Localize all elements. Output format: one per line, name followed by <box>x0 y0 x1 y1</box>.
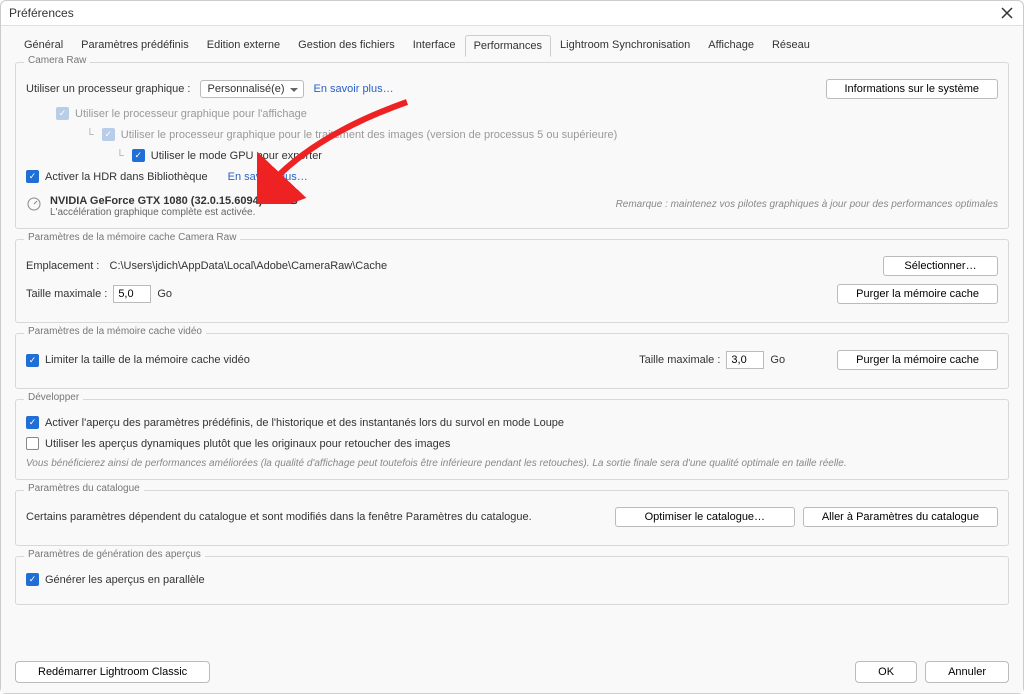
learn-more-hdr-link[interactable]: En savoir plus… <box>228 171 308 183</box>
checkbox-gpu-export[interactable] <box>132 149 145 162</box>
cache-loc-value: C:\Users\jdich\AppData\Local\Adobe\Camer… <box>110 260 388 272</box>
restart-button[interactable]: Redémarrer Lightroom Classic <box>15 661 210 683</box>
gpu-label: Utiliser un processeur graphique : <box>26 83 190 95</box>
label-preview-presets: Activer l'aperçu des paramètres prédéfin… <box>45 417 564 429</box>
tab-general[interactable]: Général <box>15 34 72 56</box>
label-hdr: Activer la HDR dans Bibliothèque <box>45 171 208 183</box>
gpu-select[interactable]: Personnalisé(e) <box>200 80 303 98</box>
label-smart-previews: Utiliser les aperçus dynamiques plutôt q… <box>45 438 450 450</box>
group-previews: Paramètres de génération des aperçus Gén… <box>15 556 1009 605</box>
tabs: Général Paramètres prédéfinis Edition ex… <box>15 34 1009 56</box>
optimize-catalog-button[interactable]: Optimiser le catalogue… <box>615 507 795 527</box>
group-title: Paramètres du catalogue <box>24 483 144 494</box>
group-title: Développer <box>24 392 83 403</box>
label-limit-video-cache: Limiter la taille de la mémoire cache vi… <box>45 354 250 366</box>
system-info-button[interactable]: Informations sur le système <box>826 79 999 99</box>
checkbox-gpu-process <box>102 128 115 141</box>
gpu-status: L'accélération graphique complète est ac… <box>50 207 298 218</box>
tab-presets[interactable]: Paramètres prédéfinis <box>72 34 198 56</box>
catalog-text: Certains paramètres dépendent du catalog… <box>26 511 532 523</box>
group-title: Paramètres de la mémoire cache vidéo <box>24 326 206 337</box>
select-cache-button[interactable]: Sélectionner… <box>883 256 998 276</box>
tab-external-editing[interactable]: Edition externe <box>198 34 289 56</box>
group-title: Paramètres de la mémoire cache Camera Ra… <box>24 232 240 243</box>
group-cache: Paramètres de la mémoire cache Camera Ra… <box>15 239 1009 323</box>
purge-video-cache-button[interactable]: Purger la mémoire cache <box>837 350 998 370</box>
ok-button[interactable]: OK <box>855 661 917 683</box>
checkbox-smart-previews[interactable] <box>26 437 39 450</box>
label-gpu-process: Utiliser le processeur graphique pour le… <box>121 129 617 141</box>
video-unit: Go <box>770 354 785 366</box>
purge-cache-button[interactable]: Purger la mémoire cache <box>837 284 998 304</box>
goto-catalog-settings-button[interactable]: Aller à Paramètres du catalogue <box>803 507 998 527</box>
label-parallel-previews: Générer les aperçus en parallèle <box>45 574 205 586</box>
group-title: Paramètres de génération des aperçus <box>24 549 205 560</box>
video-max-input[interactable] <box>726 351 764 369</box>
tab-lightroom-sync[interactable]: Lightroom Synchronisation <box>551 34 699 56</box>
cache-max-input[interactable] <box>113 285 151 303</box>
cache-max-label: Taille maximale : <box>26 288 107 300</box>
gpu-name: NVIDIA GeForce GTX 1080 (32.0.15.6094) -… <box>50 195 298 207</box>
cache-unit: Go <box>157 288 172 300</box>
dialog-title: Préférences <box>9 6 74 20</box>
develop-note: Vous bénéficierez ainsi de performances … <box>26 458 998 469</box>
group-video-cache: Paramètres de la mémoire cache vidéo Lim… <box>15 333 1009 389</box>
checkbox-limit-video-cache[interactable] <box>26 354 39 367</box>
tab-file-handling[interactable]: Gestion des fichiers <box>289 34 404 56</box>
checkbox-preview-presets[interactable] <box>26 416 39 429</box>
checkbox-gpu-display <box>56 107 69 120</box>
group-develop: Développer Activer l'aperçu des paramètr… <box>15 399 1009 480</box>
gpu-remark: Remarque : maintenez vos pilotes graphiq… <box>616 199 998 210</box>
label-gpu-display: Utiliser le processeur graphique pour l'… <box>75 108 307 120</box>
video-max-label: Taille maximale : <box>639 354 720 366</box>
cancel-button[interactable]: Annuler <box>925 661 1009 683</box>
gauge-icon <box>26 195 42 211</box>
cache-loc-label: Emplacement : <box>26 260 99 272</box>
group-title: Camera Raw <box>24 55 90 66</box>
close-icon[interactable] <box>999 5 1015 21</box>
tab-network[interactable]: Réseau <box>763 34 819 56</box>
tab-performances[interactable]: Performances <box>465 35 551 57</box>
tab-display[interactable]: Affichage <box>699 34 763 56</box>
label-gpu-export: Utiliser le mode GPU pour exporter <box>151 150 322 162</box>
tab-interface[interactable]: Interface <box>404 34 465 56</box>
group-catalog: Paramètres du catalogue Certains paramèt… <box>15 490 1009 546</box>
learn-more-link[interactable]: En savoir plus… <box>314 83 394 95</box>
group-camera-raw: Camera Raw Utiliser un processeur graphi… <box>15 62 1009 229</box>
checkbox-hdr[interactable] <box>26 170 39 183</box>
checkbox-parallel-previews[interactable] <box>26 573 39 586</box>
